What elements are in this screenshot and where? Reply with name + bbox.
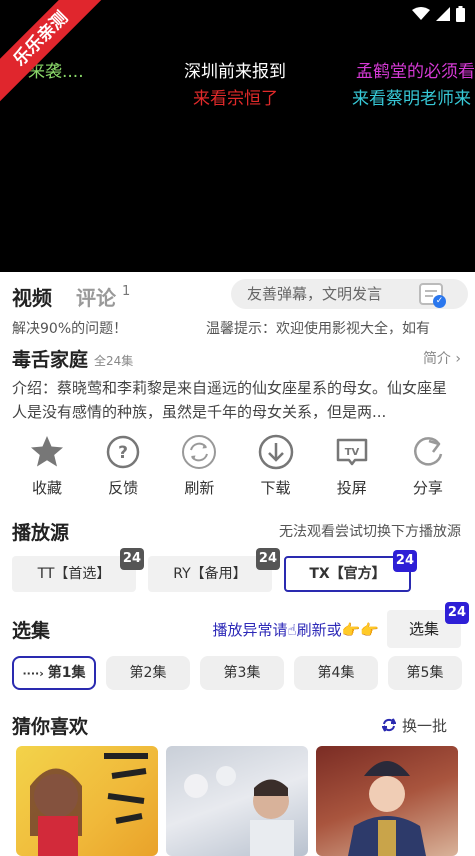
svg-text:?: ? [118,443,128,463]
episodes-count-badge: 24 [444,602,469,624]
poster-3[interactable] [316,746,458,856]
source-label: TX【官方】 [309,566,386,582]
show-description: 介绍：蔡晓莺和李莉黎是来自遥远的仙女座星系的母女。仙女座星人是没有感情的种族，虽… [12,379,448,421]
episode-3[interactable]: 第3集 [200,656,284,690]
poster-image [30,753,148,856]
episodes-title: 选集 [12,619,51,642]
danmaku-2: 深圳前来报到 [184,62,286,82]
favorite-button[interactable]: 收藏 [12,433,82,498]
video-player[interactable]: 来袭.... 深圳前来报到 孟鹤堂的必须看 来看宗恒了 来看蔡明老师来 乐乐亲测 [0,0,475,272]
poster-image [184,766,294,856]
playing-icon: ····› [22,667,44,680]
sources-list: TT【首选】 24 RY【备用】 24 TX【官方】 24 [12,548,417,592]
download-button[interactable]: 下载 [241,433,311,498]
episode-1[interactable]: ····› 第1集 [12,656,96,690]
wifi-icon [412,7,430,20]
danmaku-5: 来看蔡明老师来 [352,89,471,109]
episodes-total: 全24集 [94,353,134,368]
notice-right: 温馨提示：欢迎使用影视大全，如有 [206,321,430,337]
source-ry[interactable]: RY【备用】 24 [148,548,280,592]
show-header: 毒舌家庭 全24集 简介 › [12,344,461,372]
refresh-button[interactable]: 刷新 [164,433,234,498]
refresh-label: 刷新 [184,479,215,497]
sources-title: 播放源 [12,521,70,544]
download-icon [258,434,293,470]
download-label: 下载 [260,479,291,497]
sources-header: 播放源 无法观看尝试切换下方播放源 [12,516,461,546]
show-title: 毒舌家庭 [12,348,89,371]
comments-count: 1 [122,284,131,299]
swap-icon [381,718,396,732]
episode-5[interactable]: 第5集 [388,656,462,690]
recommend-posters [16,746,458,856]
danmaku-toggle[interactable]: ✓ [419,283,446,308]
share-icon [413,437,443,466]
battery-icon [456,6,465,22]
source-count-badge: 24 [119,548,144,570]
select-episodes-button[interactable]: 选集 24 [387,602,469,648]
episode-label: 第1集 [47,665,86,681]
tab-video[interactable]: 视频 [12,282,52,311]
feedback-button[interactable]: ? 反馈 [88,433,158,498]
poster-1[interactable] [16,746,158,856]
source-label: TT【首选】 [37,566,111,582]
tv-icon: TV [336,438,367,466]
feedback-label: 反馈 [108,479,139,497]
recommend-title: 猜你喜欢 [12,715,89,738]
tab-comments[interactable]: 评论 [76,282,116,311]
episodes-header: 选集 播放异常请☝刷新或👉👉 选集 24 [12,602,469,648]
source-tt[interactable]: TT【首选】 24 [12,548,144,592]
source-count-badge: 24 [255,548,280,570]
question-icon: ? [106,435,140,469]
sources-hint: 无法观看尝试切换下方播放源 [279,524,461,540]
danmaku-4: 来看宗恒了 [193,89,278,109]
star-icon [31,436,63,467]
status-bar [412,6,465,22]
danmaku-3: 孟鹤堂的必须看 [356,62,475,82]
intro-link[interactable]: 简介 › [423,348,461,368]
check-icon: ✓ [433,295,446,308]
signal-icon [436,7,450,21]
recommend-header: 猜你喜欢 换一批 [12,710,447,740]
poster-2[interactable] [166,746,308,856]
svg-text:TV: TV [344,447,359,458]
refresh-icon [182,435,217,469]
source-tx[interactable]: TX【官方】 24 [284,550,417,592]
abnormal-hint[interactable]: 播放异常请☝刷新或👉👉 [213,619,380,640]
episode-4[interactable]: 第4集 [294,656,378,690]
select-label: 选集 [408,620,439,638]
swap-batch-button[interactable]: 换一批 [381,715,447,736]
episodes-list: ····› 第1集 第2集 第3集 第4集 第5集 [12,656,462,690]
notice-left: 解决90%的问题！ [12,321,128,337]
source-count-badge: 24 [392,550,417,572]
source-label: RY【备用】 [173,566,247,582]
favorite-label: 收藏 [31,479,62,497]
poster-image [348,761,426,856]
share-label: 分享 [412,479,443,497]
cast-button[interactable]: TV 投屏 [317,433,387,498]
corner-ribbon: 乐乐亲测 [0,0,105,103]
action-bar: 收藏 ? 反馈 刷新 下载 TV 投屏 分享 [12,433,463,498]
cast-label: 投屏 [336,479,367,497]
swap-label: 换一批 [401,716,447,735]
share-button[interactable]: 分享 [393,433,463,498]
notice-marquee: 解决90%的问题！ 温馨提示：欢迎使用影视大全，如有 [12,318,475,340]
episode-2[interactable]: 第2集 [106,656,190,690]
